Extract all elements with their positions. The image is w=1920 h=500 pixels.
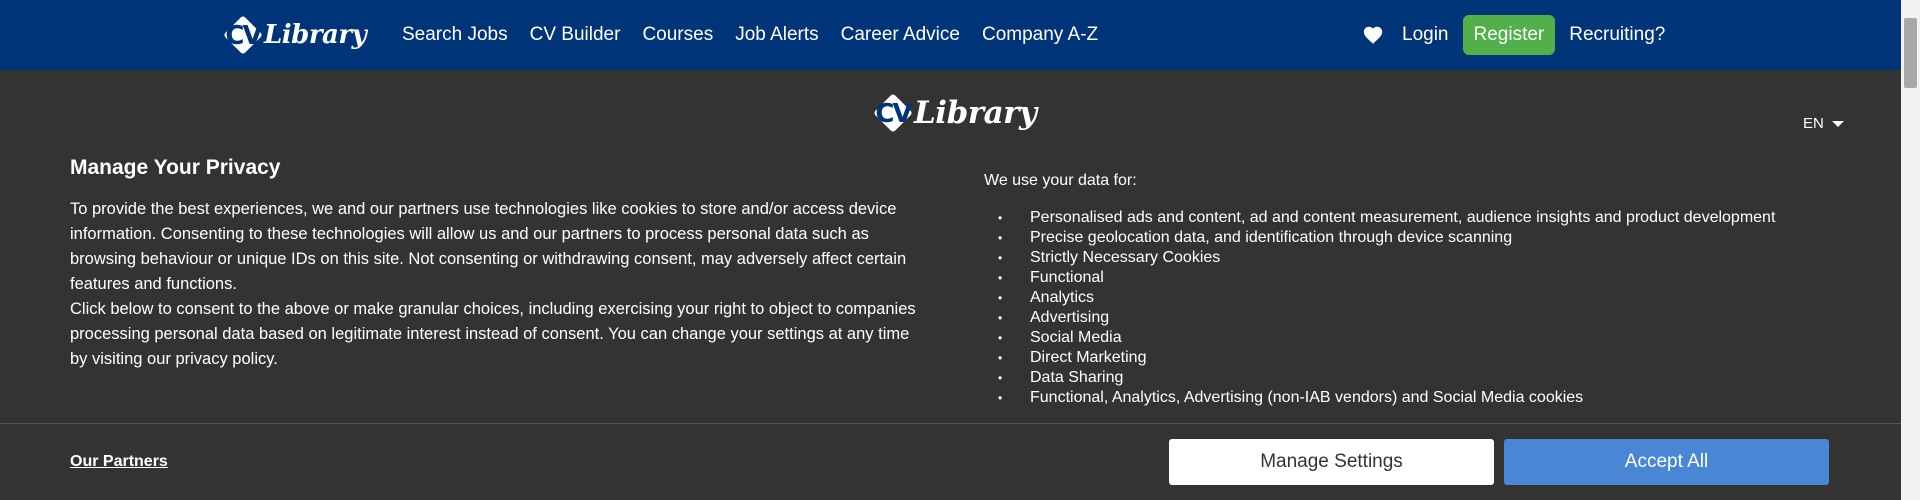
nav-courses[interactable]: Courses bbox=[642, 24, 713, 46]
data-uses-list: Personalised ads and content, ad and con… bbox=[984, 208, 1864, 408]
language-label: EN bbox=[1803, 115, 1824, 132]
dialog-title: Manage Your Privacy bbox=[70, 156, 281, 179]
dialog-logo-library-text: Library bbox=[914, 95, 1037, 131]
recruiting-link[interactable]: Recruiting? bbox=[1569, 24, 1665, 46]
cv-library-logo[interactable]: CV Library bbox=[220, 12, 367, 58]
nav-career-advice[interactable]: Career Advice bbox=[841, 24, 960, 46]
site-header: CV Library Search Jobs CV Builder Course… bbox=[0, 0, 1901, 70]
dialog-logo-mark: CV bbox=[870, 90, 916, 136]
logo-cv-text: CV bbox=[225, 21, 262, 51]
list-item: Advertising bbox=[984, 308, 1864, 328]
account-nav: Login Register Recruiting? bbox=[1362, 0, 1665, 70]
privacy-consent-dialog: CV Library EN Manage Your Privacy To pro… bbox=[0, 70, 1901, 500]
list-item: Analytics bbox=[984, 288, 1864, 308]
login-link[interactable]: Login bbox=[1402, 24, 1449, 46]
description-paragraph-2: Click below to consent to the above or m… bbox=[70, 300, 916, 368]
logo-mark: CV bbox=[220, 12, 266, 58]
caret-down-icon bbox=[1831, 120, 1844, 127]
language-selector[interactable]: EN bbox=[1803, 115, 1844, 132]
accept-all-button[interactable]: Accept All bbox=[1504, 439, 1829, 485]
data-uses-section: We use your data for: Personalised ads a… bbox=[984, 170, 1864, 408]
list-item: Data Sharing bbox=[984, 368, 1864, 388]
nav-search-jobs[interactable]: Search Jobs bbox=[402, 24, 508, 46]
page-scrollbar[interactable] bbox=[1901, 0, 1920, 500]
data-uses-intro: We use your data for: bbox=[984, 172, 1137, 189]
list-item: Functional, Analytics, Advertising (non-… bbox=[984, 388, 1864, 408]
list-item: Functional bbox=[984, 268, 1864, 288]
list-item: Direct Marketing bbox=[984, 348, 1864, 368]
main-nav: Search Jobs CV Builder Courses Job Alert… bbox=[402, 0, 1120, 70]
register-button[interactable]: Register bbox=[1462, 15, 1556, 55]
description-paragraph-1: To provide the best experiences, we and … bbox=[70, 200, 907, 293]
nav-job-alerts[interactable]: Job Alerts bbox=[735, 24, 818, 46]
list-item: Personalised ads and content, ad and con… bbox=[984, 208, 1864, 228]
manage-settings-button[interactable]: Manage Settings bbox=[1169, 439, 1494, 485]
list-item: Strictly Necessary Cookies bbox=[984, 248, 1864, 268]
nav-cv-builder[interactable]: CV Builder bbox=[530, 24, 621, 46]
logo-library-text: Library bbox=[264, 20, 367, 50]
dialog-logo: CV Library bbox=[870, 90, 1037, 136]
dialog-logo-cv-text: CV bbox=[875, 99, 912, 129]
list-item: Social Media bbox=[984, 328, 1864, 348]
our-partners-link[interactable]: Our Partners bbox=[70, 453, 168, 471]
heart-icon[interactable] bbox=[1362, 24, 1384, 46]
list-item: Precise geolocation data, and identifica… bbox=[984, 228, 1864, 248]
dialog-description: To provide the best experiences, we and … bbox=[70, 197, 930, 372]
footer-divider bbox=[0, 423, 1901, 424]
scrollbar-thumb[interactable] bbox=[1904, 18, 1917, 88]
nav-company-a-z[interactable]: Company A-Z bbox=[982, 24, 1098, 46]
